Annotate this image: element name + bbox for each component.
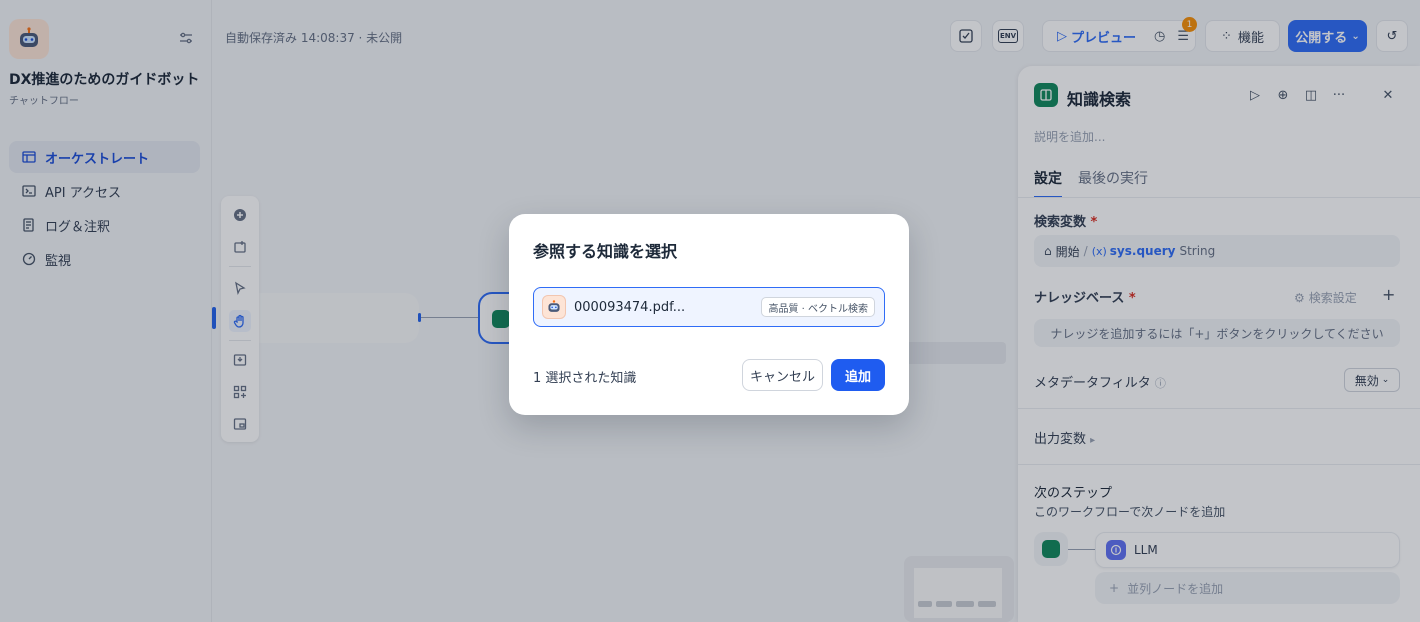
dataset-robot-icon bbox=[542, 295, 566, 319]
knowledge-item-tag: 高品質 · ベクトル検索 bbox=[761, 297, 875, 317]
selected-count: 1 選択された知識 bbox=[533, 371, 637, 386]
select-knowledge-modal: 参照する知識を選択 000093474.pdf... 高品質 · ベクトル検索 … bbox=[509, 214, 909, 415]
knowledge-item-name: 000093474.pdf... bbox=[574, 299, 686, 315]
add-button[interactable]: 追加 bbox=[831, 359, 885, 391]
knowledge-item[interactable]: 000093474.pdf... 高品質 · ベクトル検索 bbox=[533, 287, 885, 327]
cancel-button[interactable]: キャンセル bbox=[742, 359, 823, 391]
modal-title: 参照する知識を選択 bbox=[533, 242, 678, 261]
